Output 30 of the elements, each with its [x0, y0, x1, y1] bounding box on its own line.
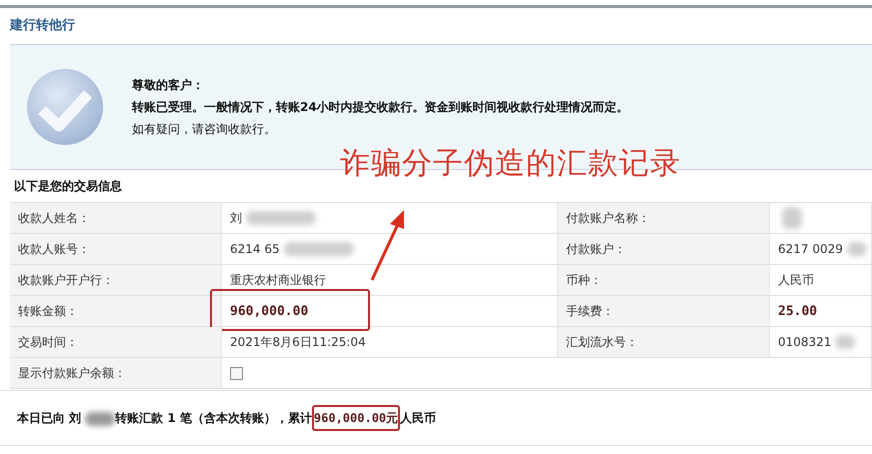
page-title: 建行转他行 — [8, 17, 76, 35]
field-value: 重庆农村商业银行 — [230, 272, 326, 288]
field-value: 人民币 — [778, 272, 814, 288]
checkbox[interactable] — [230, 366, 243, 380]
field-label: 汇划流水号： — [566, 334, 638, 350]
field-value: 0108321 — [778, 335, 832, 349]
notice-message: 转账已受理。一般情况下，转账24小时内提交收款行。资金到账时间视收款行处理情况而定。 — [132, 99, 629, 116]
field-value: 刘 — [230, 210, 242, 226]
field-label: 转账金额： — [18, 302, 78, 320]
summary-text: 本日已向 刘 转账汇款 1 笔（含本次转账），累计 960,000.00元 人民币 — [15, 403, 438, 433]
field-label: 手续费： — [566, 302, 614, 320]
field-label: 显示付款账户余额： — [18, 364, 126, 382]
field-label: 付款账户： — [566, 240, 626, 258]
amount-value: 25.00 — [778, 304, 818, 318]
redaction-blur — [782, 207, 802, 229]
field-label: 付款账户名称： — [566, 210, 650, 226]
field-value: 6217 0029 — [778, 242, 843, 256]
amount-value: 960,000.00 — [230, 304, 308, 318]
greeting-text: 尊敬的客户： — [132, 77, 205, 94]
annotation-text: 诈骗分子伪造的汇款记录 — [340, 145, 681, 183]
field-value: 6214 65 — [230, 242, 280, 256]
field-label: 收款人账号： — [18, 240, 90, 258]
field-label: 收款人姓名： — [18, 210, 90, 226]
section-title: 以下是您的交易信息 — [13, 178, 123, 195]
hint-text: 如有疑问，请咨询收款行。 — [132, 121, 277, 138]
checkmark-icon — [26, 68, 104, 146]
field-label: 交易时间： — [18, 334, 78, 350]
field-value: 2021年8月6日11:25:04 — [230, 334, 366, 350]
field-label: 收款账户开户行： — [18, 272, 114, 288]
field-label: 币种： — [566, 272, 602, 288]
